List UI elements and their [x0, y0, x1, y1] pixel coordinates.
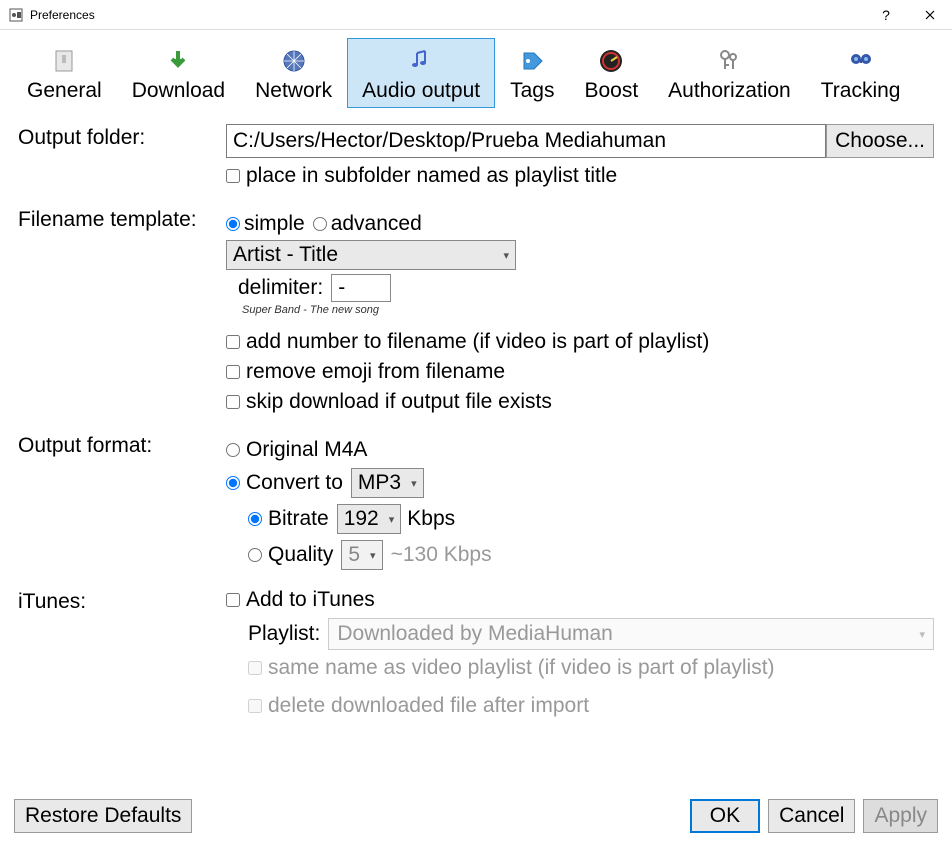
chevron-down-icon: ▾ — [503, 249, 509, 262]
apply-button[interactable]: Apply — [863, 799, 938, 833]
playlist-label: Playlist: — [248, 622, 320, 646]
original-radio-label: Original M4A — [246, 438, 367, 462]
network-icon — [278, 45, 310, 77]
general-icon — [48, 45, 80, 77]
tab-general-label: General — [27, 79, 102, 103]
choose-button[interactable]: Choose... — [826, 124, 934, 158]
boost-icon — [595, 45, 627, 77]
tab-audio-output[interactable]: Audio output — [347, 38, 495, 108]
add-itunes-checkbox[interactable] — [226, 593, 240, 607]
content-pane: Output folder: Choose... place in subfol… — [0, 108, 952, 718]
format-dropdown[interactable]: MP3 ▾ — [351, 468, 424, 498]
tab-network-label: Network — [255, 79, 332, 103]
add-number-checkbox[interactable] — [226, 335, 240, 349]
filename-preset-dropdown[interactable]: Artist - Title ▾ — [226, 240, 516, 270]
original-radio[interactable] — [226, 443, 240, 457]
app-icon — [8, 7, 24, 23]
same-name-checkbox — [248, 661, 262, 675]
tab-authorization[interactable]: Authorization — [653, 38, 806, 108]
tabbar: General Download Network Audio output Ta… — [0, 30, 952, 108]
delimiter-input[interactable] — [331, 274, 391, 302]
delete-after-label: delete downloaded file after import — [268, 694, 589, 718]
convert-radio[interactable] — [226, 476, 240, 490]
quality-radio-label: Quality — [268, 543, 333, 567]
subfolder-checkbox-label: place in subfolder named as playlist tit… — [246, 164, 617, 188]
skip-exists-label: skip download if output file exists — [246, 390, 552, 414]
tab-network[interactable]: Network — [240, 38, 347, 108]
advanced-radio[interactable] — [313, 217, 327, 231]
delimiter-label: delimiter: — [238, 276, 323, 300]
playlist-dropdown[interactable]: Downloaded by MediaHuman ▾ — [328, 618, 934, 650]
bitrate-dropdown[interactable]: 192 ▾ — [337, 504, 402, 534]
tab-tracking[interactable]: Tracking — [806, 38, 916, 108]
convert-radio-label: Convert to — [246, 471, 343, 495]
tab-tracking-label: Tracking — [821, 79, 901, 103]
delete-after-checkbox — [248, 699, 262, 713]
add-number-label: add number to filename (if video is part… — [246, 330, 709, 354]
tab-tags-label: Tags — [510, 79, 554, 103]
output-folder-input[interactable] — [226, 124, 826, 158]
bitrate-value: 192 — [344, 507, 379, 531]
quality-dropdown[interactable]: 5 ▾ — [341, 540, 382, 570]
tab-authorization-label: Authorization — [668, 79, 791, 103]
bitrate-radio-label: Bitrate — [268, 507, 329, 531]
tags-icon — [516, 45, 548, 77]
output-format-label: Output format: — [18, 432, 226, 458]
ok-button[interactable]: OK — [690, 799, 760, 833]
tab-audio-output-label: Audio output — [362, 79, 480, 103]
add-itunes-label: Add to iTunes — [246, 588, 375, 612]
output-folder-label: Output folder: — [18, 124, 226, 150]
help-button[interactable]: ? — [864, 0, 908, 30]
simple-radio[interactable] — [226, 217, 240, 231]
tracking-icon — [845, 45, 877, 77]
filename-template-label: Filename template: — [18, 206, 226, 232]
restore-defaults-button[interactable]: Restore Defaults — [14, 799, 192, 833]
quality-estimate: ~130 Kbps — [391, 543, 492, 567]
cancel-button[interactable]: Cancel — [768, 799, 855, 833]
download-icon — [162, 45, 194, 77]
quality-radio[interactable] — [248, 548, 262, 562]
quality-value: 5 — [348, 543, 360, 567]
format-value: MP3 — [358, 471, 401, 495]
window-title: Preferences — [30, 8, 864, 22]
subfolder-checkbox[interactable] — [226, 169, 240, 183]
tab-tags[interactable]: Tags — [495, 38, 569, 108]
footer: Restore Defaults OK Cancel Apply — [0, 799, 952, 833]
authorization-icon — [713, 45, 745, 77]
chevron-down-icon: ▾ — [370, 549, 376, 562]
close-button[interactable] — [908, 0, 952, 30]
filename-preset-value: Artist - Title — [233, 243, 338, 267]
chevron-down-icon: ▾ — [389, 513, 395, 526]
chevron-down-icon: ▾ — [411, 477, 417, 490]
playlist-value: Downloaded by MediaHuman — [337, 622, 613, 646]
tab-boost-label: Boost — [584, 79, 638, 103]
chevron-down-icon: ▾ — [919, 628, 925, 641]
advanced-radio-label: advanced — [331, 212, 422, 236]
tab-general[interactable]: General — [12, 38, 117, 108]
same-name-label: same name as video playlist (if video is… — [268, 656, 775, 680]
bitrate-radio[interactable] — [248, 512, 262, 526]
itunes-label: iTunes: — [18, 588, 226, 614]
tab-boost[interactable]: Boost — [569, 38, 653, 108]
simple-radio-label: simple — [244, 212, 305, 236]
titlebar: Preferences ? — [0, 0, 952, 30]
audio-output-icon — [405, 45, 437, 77]
tab-download-label: Download — [132, 79, 225, 103]
tab-download[interactable]: Download — [117, 38, 240, 108]
remove-emoji-checkbox[interactable] — [226, 365, 240, 379]
remove-emoji-label: remove emoji from filename — [246, 360, 505, 384]
skip-exists-checkbox[interactable] — [226, 395, 240, 409]
filename-example: Super Band - The new song — [242, 304, 934, 316]
bitrate-unit: Kbps — [407, 507, 455, 531]
